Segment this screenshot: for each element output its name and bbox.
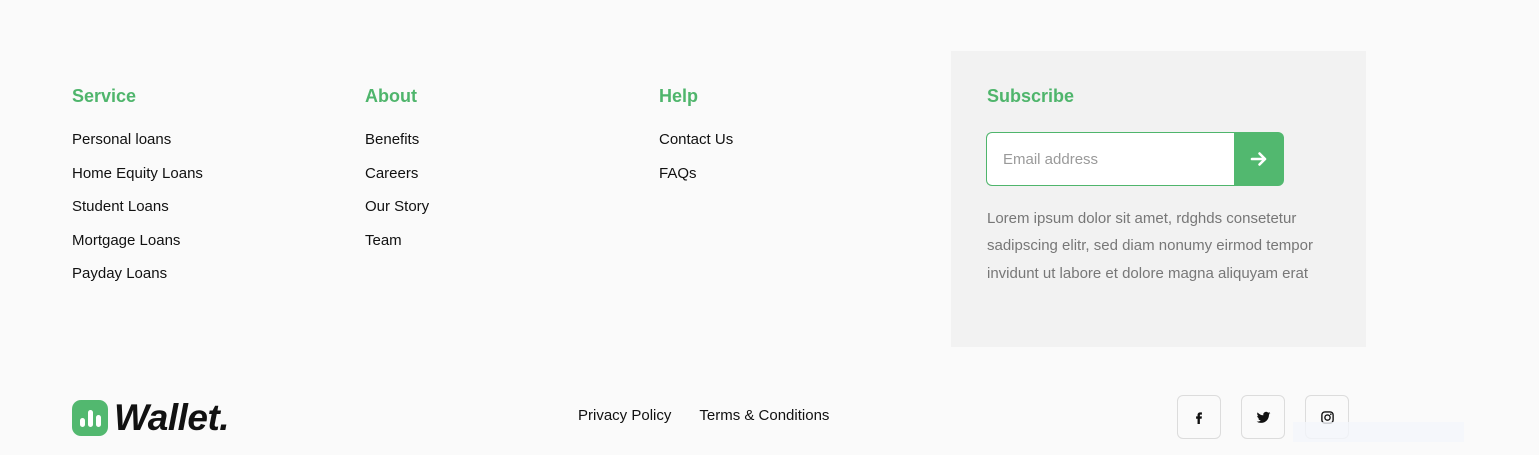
footer-column-about: About Benefits Careers Our Story Team: [365, 86, 429, 266]
footer-link-faqs[interactable]: FAQs: [659, 165, 733, 182]
terms-conditions-link[interactable]: Terms & Conditions: [699, 407, 829, 425]
subscribe-submit-button[interactable]: [1234, 132, 1284, 186]
footer-link-home-equity-loans[interactable]: Home Equity Loans: [72, 165, 203, 182]
footer-link-team[interactable]: Team: [365, 232, 429, 249]
wallet-bars-icon: [72, 400, 108, 436]
email-input[interactable]: [986, 132, 1234, 186]
facebook-button[interactable]: [1177, 395, 1221, 439]
about-links: Benefits Careers Our Story Team: [365, 132, 429, 249]
brand-logo[interactable]: Wallet.: [72, 397, 230, 438]
brand-name: Wallet.: [114, 397, 230, 438]
footer-link-contact-us[interactable]: Contact Us: [659, 132, 733, 148]
privacy-policy-link[interactable]: Privacy Policy: [578, 407, 671, 425]
footer-column-service: Service Personal loans Home Equity Loans…: [72, 86, 203, 300]
footer-link-personal-loans[interactable]: Personal loans: [72, 132, 203, 148]
footer-column-help: Help Contact Us FAQs: [659, 86, 733, 199]
footer-link-benefits[interactable]: Benefits: [365, 132, 429, 148]
help-links: Contact Us FAQs: [659, 132, 733, 182]
column-title-service: Service: [72, 86, 137, 106]
footer-link-student-loans[interactable]: Student Loans: [72, 199, 203, 215]
column-title-help: Help: [659, 86, 699, 106]
subscribe-title: Subscribe: [987, 86, 1075, 106]
service-links: Personal loans Home Equity Loans Student…: [72, 132, 203, 282]
footer-link-careers[interactable]: Careers: [365, 165, 429, 182]
footer-link-payday-loans[interactable]: Payday Loans: [72, 266, 203, 282]
facebook-icon: [1196, 412, 1202, 424]
arrow-right-icon: [1250, 152, 1267, 166]
twitter-button[interactable]: [1241, 395, 1285, 439]
subscribe-description: Lorem ipsum dolor sit amet, rdghds conse…: [987, 210, 1313, 282]
column-title-about: About: [365, 86, 417, 106]
footer-link-mortgage-loans[interactable]: Mortgage Loans: [72, 232, 203, 249]
faint-overlay-strip: [1293, 422, 1464, 442]
legal-links: Privacy Policy Terms & Conditions: [578, 407, 829, 425]
twitter-icon: [1256, 411, 1270, 423]
footer-link-our-story[interactable]: Our Story: [365, 199, 429, 215]
subscribe-panel: Subscribe Lorem ipsum dolor sit amet, rd…: [951, 51, 1366, 347]
